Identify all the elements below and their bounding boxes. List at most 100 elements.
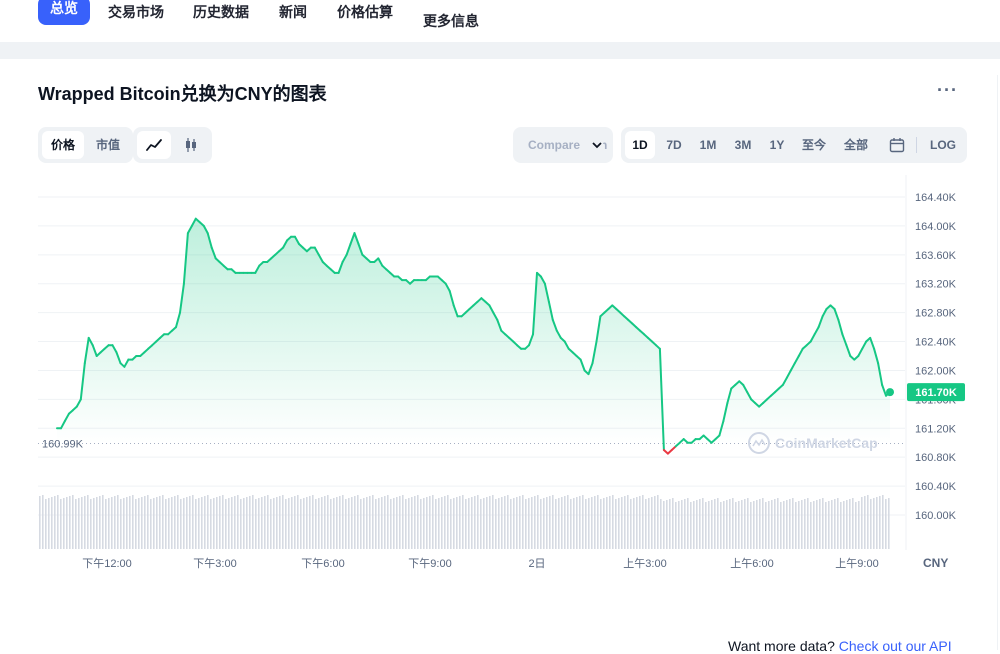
nav-tab-more-info[interactable]: 更多信息 <box>423 11 479 31</box>
current-price-label: 161.70K <box>915 387 957 399</box>
volume-bar <box>183 498 185 549</box>
volume-bar <box>639 496 641 549</box>
volume-bar <box>75 499 77 549</box>
nav-tab-markets[interactable]: 交易市场 <box>108 2 164 22</box>
volume-bar <box>378 498 380 549</box>
volume-bar <box>753 501 755 549</box>
volume-bar <box>153 498 155 549</box>
volume-bar <box>51 497 53 549</box>
volume-bar <box>666 500 668 549</box>
chevron-down-icon <box>581 127 603 163</box>
volume-bar <box>240 499 242 549</box>
volume-bar <box>696 500 698 549</box>
reference-label: 160.99K <box>42 438 84 450</box>
volume-bar <box>858 501 860 549</box>
volume-bar <box>849 499 851 549</box>
volume-bar <box>396 497 398 549</box>
volume-bar <box>786 500 788 549</box>
volume-bar <box>303 498 305 549</box>
price-chart[interactable]: 160.99K 160.00K 160.40K 160.80K 161.20K 161.… <box>0 175 1000 575</box>
volume-bar <box>423 498 425 549</box>
volume-bar <box>600 499 602 549</box>
time-range-selector: 1D 7D 1M 3M 1Y 至今 全部 LOG <box>621 127 967 163</box>
volume-bar <box>120 499 122 549</box>
volume-bar <box>297 495 299 549</box>
volume-bar <box>222 495 224 549</box>
volume-bar <box>783 501 785 549</box>
volume-bar <box>465 499 467 549</box>
volume-bar <box>879 496 881 549</box>
volume-bar <box>366 497 368 549</box>
volume-bar <box>327 495 329 549</box>
volume-bar <box>360 499 362 549</box>
volume-bar <box>606 497 608 549</box>
volume-bar <box>615 499 617 549</box>
nav-tab-news[interactable]: 新闻 <box>279 2 307 22</box>
x-tick-label: 下午12:00 <box>82 557 132 570</box>
volume-bar <box>180 499 182 549</box>
volume-bar <box>126 497 128 549</box>
range-1y[interactable]: 1Y <box>762 131 792 159</box>
nav-tab-overview[interactable]: 总览 <box>38 0 90 25</box>
y-tick-label: 162.00K <box>915 365 957 377</box>
log-scale-toggle[interactable]: LOG <box>924 131 962 159</box>
range-3m[interactable]: 3M <box>728 131 758 159</box>
y-tick-label: 160.00K <box>915 510 957 522</box>
currency-label: CNY <box>923 556 948 570</box>
volume-bar <box>117 495 119 549</box>
volume-bar <box>246 497 248 549</box>
calendar-button[interactable] <box>882 131 912 159</box>
volume-bar <box>837 498 839 549</box>
volume-bar <box>90 499 92 549</box>
volume-bar <box>720 502 722 549</box>
y-tick-label: 160.40K <box>915 481 957 493</box>
volume-bar <box>192 495 194 549</box>
volume-bar <box>135 499 137 549</box>
y-tick-label: 163.60K <box>915 250 957 262</box>
volume-bar <box>165 499 167 549</box>
volume-bar <box>123 498 125 549</box>
range-7d[interactable]: 7D <box>659 131 689 159</box>
volume-bar <box>528 498 530 549</box>
api-link[interactable]: Check out our API <box>839 638 952 654</box>
volume-bar <box>660 499 662 549</box>
volume-bar <box>741 500 743 549</box>
range-1m[interactable]: 1M <box>693 131 723 159</box>
price-chart-svg[interactable]: 160.99K 160.00K 160.40K 160.80K 161.20K 161.… <box>0 175 1000 575</box>
volume-bar <box>717 498 719 549</box>
range-all[interactable]: 全部 <box>837 131 875 159</box>
volume-bar <box>642 495 644 549</box>
more-options-icon[interactable]: ··· <box>937 80 958 101</box>
nav-tab-historical-data[interactable]: 历史数据 <box>193 2 249 22</box>
range-1d[interactable]: 1D <box>625 131 655 159</box>
nav-tab-price-estimates[interactable]: 价格估算 <box>337 2 393 22</box>
volume-bar <box>357 495 359 549</box>
volume-bar <box>105 499 107 549</box>
volume-bar <box>129 496 131 549</box>
volume-bar <box>315 499 317 549</box>
calendar-icon <box>889 138 905 153</box>
volume-bar <box>168 498 170 549</box>
volume-bar <box>543 498 545 549</box>
candlestick-button[interactable] <box>174 131 208 159</box>
volume-bar <box>603 498 605 549</box>
volume-bar <box>66 497 68 549</box>
volume-bar <box>336 497 338 549</box>
volume-bar <box>801 500 803 549</box>
line-chart-button[interactable] <box>137 131 171 159</box>
volume-bar <box>714 499 716 549</box>
volume-bar <box>399 496 401 549</box>
top-navigation: 总览 交易市场 历史数据 新闻 价格估算 更多信息 <box>0 0 1000 42</box>
volume-bar <box>186 497 188 549</box>
compare-dropdown[interactable]: Compare with <box>513 127 613 163</box>
volume-bar <box>237 495 239 549</box>
market-cap-tab[interactable]: 市值 <box>87 131 129 159</box>
volume-bar <box>87 495 89 549</box>
volume-bar <box>828 501 830 549</box>
volume-bar <box>249 496 251 549</box>
volume-bar <box>381 497 383 549</box>
price-tab[interactable]: 价格 <box>42 131 84 159</box>
range-ytd[interactable]: 至今 <box>796 131 832 159</box>
volume-bar <box>417 495 419 549</box>
volume-bar <box>321 497 323 549</box>
